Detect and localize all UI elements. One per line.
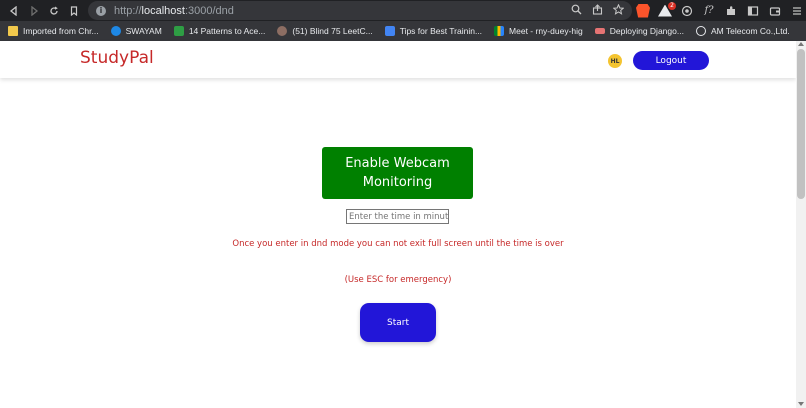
star-icon[interactable] bbox=[613, 4, 624, 15]
sidebar-icon[interactable] bbox=[746, 4, 760, 18]
folder-icon bbox=[8, 26, 18, 36]
info-icon[interactable]: i bbox=[96, 5, 106, 16]
forward-icon[interactable] bbox=[24, 0, 44, 21]
esc-hint-text: (Use ESC for emergency) bbox=[344, 275, 452, 285]
meet-icon bbox=[494, 26, 505, 36]
bookmarks-bar: Imported from Chr... SWAYAM 14 Patterns … bbox=[0, 21, 806, 41]
bookmark-tips[interactable]: Tips for Best Trainin... bbox=[384, 26, 482, 36]
bookmark-patterns[interactable]: 14 Patterns to Ace... bbox=[173, 26, 265, 36]
puzzle-icon[interactable] bbox=[724, 4, 738, 18]
app-header: StudyPal HL Logout bbox=[0, 41, 796, 78]
address-bar[interactable]: i http://localhost:3000/dnd bbox=[88, 1, 632, 20]
bookmark-icon[interactable] bbox=[64, 0, 84, 21]
blind-icon bbox=[277, 26, 288, 36]
scroll-thumb[interactable] bbox=[797, 49, 805, 199]
zoom-icon[interactable] bbox=[571, 4, 582, 15]
menu-icon[interactable] bbox=[790, 4, 804, 18]
formula-extension-icon[interactable]: f? bbox=[702, 4, 716, 18]
avatar[interactable]: HL bbox=[608, 54, 622, 68]
dnd-warning-text: Once you enter in dnd mode you can not e… bbox=[232, 239, 564, 249]
time-input[interactable] bbox=[346, 209, 449, 224]
bookmark-blind75[interactable]: (51) Blind 75 LeetC... bbox=[277, 26, 373, 36]
browser-toolbar: i http://localhost:3000/dnd 2 f? bbox=[0, 0, 806, 21]
start-button[interactable]: Start bbox=[360, 303, 436, 342]
back-icon[interactable] bbox=[4, 0, 24, 21]
leetcode-icon bbox=[173, 26, 184, 36]
tips-icon bbox=[384, 26, 395, 36]
share-icon[interactable] bbox=[592, 4, 603, 15]
enable-webcam-button[interactable]: Enable Webcam Monitoring bbox=[322, 147, 473, 199]
app-logo[interactable]: StudyPal bbox=[80, 48, 154, 68]
extension-circle-icon[interactable] bbox=[680, 4, 694, 18]
bookmark-imported[interactable]: Imported from Chr... bbox=[8, 26, 99, 36]
brave-rewards-icon[interactable]: 2 bbox=[658, 1, 676, 18]
scroll-down-icon[interactable] bbox=[798, 402, 804, 406]
swayam-icon bbox=[110, 26, 121, 36]
wallet-icon[interactable] bbox=[768, 4, 782, 18]
brave-shield-icon[interactable] bbox=[636, 3, 650, 18]
django-icon bbox=[594, 28, 605, 34]
reload-icon[interactable] bbox=[44, 0, 64, 21]
page-scrollbar[interactable] bbox=[796, 41, 806, 408]
globe-icon bbox=[695, 26, 706, 36]
bookmark-swayam[interactable]: SWAYAM bbox=[110, 26, 162, 36]
scroll-up-icon[interactable] bbox=[798, 42, 804, 46]
bookmark-amtelecom[interactable]: AM Telecom Co.,Ltd. bbox=[695, 26, 790, 36]
logout-button[interactable]: Logout bbox=[633, 51, 709, 70]
bookmark-meet[interactable]: Meet - rny-duey-hig bbox=[494, 26, 583, 36]
bookmark-django[interactable]: Deploying Django... bbox=[594, 26, 684, 36]
rewards-badge: 2 bbox=[668, 1, 676, 10]
url-text: http://localhost:3000/dnd bbox=[114, 4, 234, 17]
